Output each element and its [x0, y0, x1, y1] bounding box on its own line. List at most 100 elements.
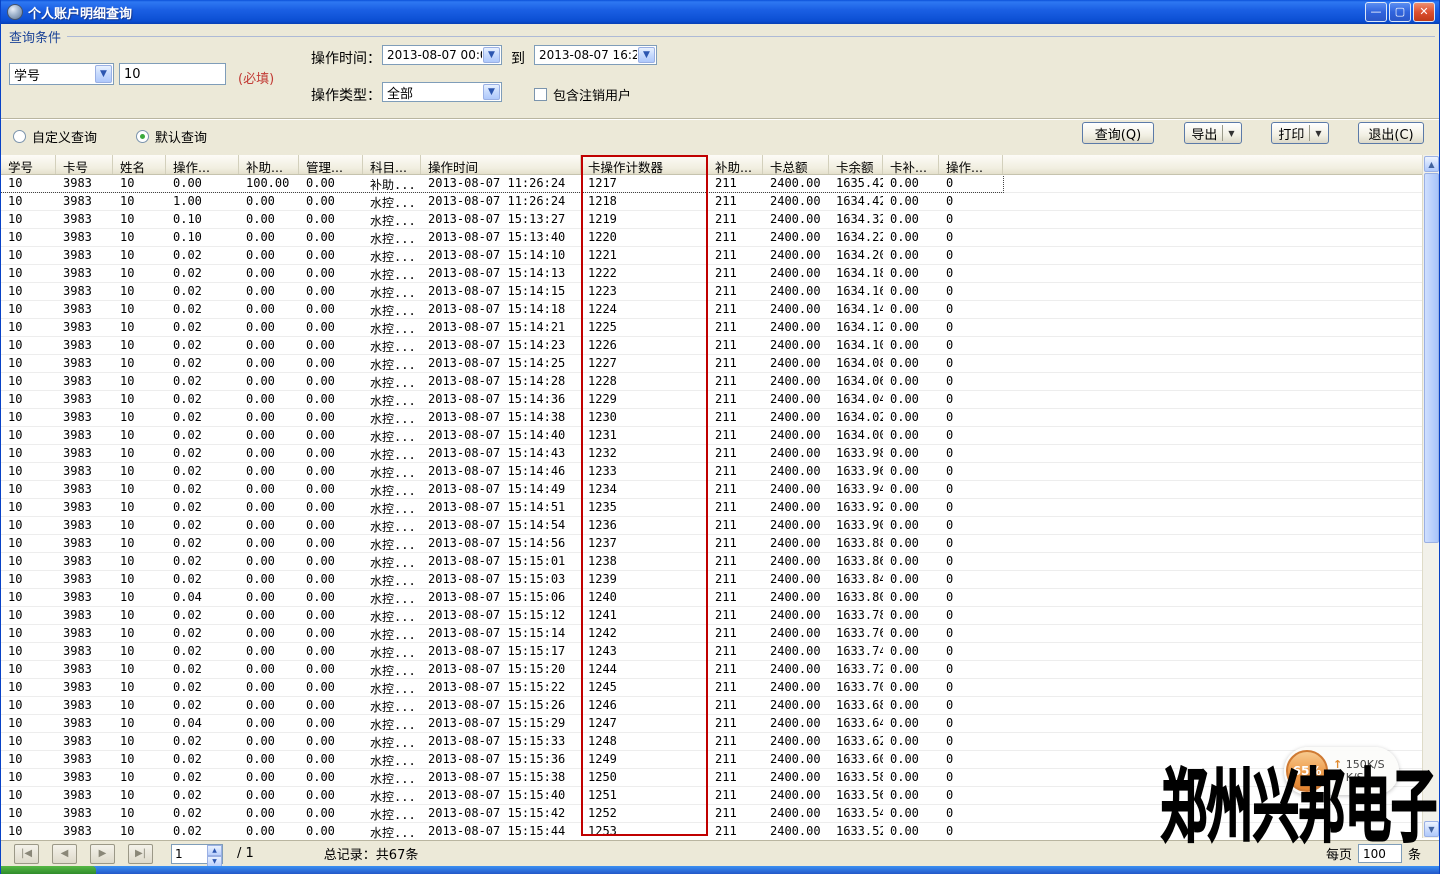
column-header[interactable]: 操作...: [166, 155, 239, 174]
stepper-down-icon[interactable]: ▼: [207, 856, 222, 867]
column-header[interactable]: 操作时间: [421, 155, 581, 174]
table-row[interactable]: 103983100.040.000.00水控...2013-08-07 15:1…: [1, 589, 1422, 607]
chevron-down-icon[interactable]: ▼: [1228, 129, 1234, 138]
net-speed-indicator[interactable]: 65% ↑ 150K/S ↓ K/S: [1284, 747, 1399, 795]
table-row[interactable]: 103983100.020.000.00水控...2013-08-07 15:1…: [1, 823, 1422, 840]
page-number-input[interactable]: [172, 845, 207, 863]
table-row[interactable]: 103983100.020.000.00水控...2013-08-07 15:1…: [1, 283, 1422, 301]
table-row[interactable]: 103983100.020.000.00水控...2013-08-07 15:1…: [1, 625, 1422, 643]
table-cell: 211: [708, 679, 763, 696]
table-row[interactable]: 103983100.020.000.00水控...2013-08-07 15:1…: [1, 373, 1422, 391]
radio-icon[interactable]: [13, 130, 26, 143]
vertical-scrollbar[interactable]: ▲ ▼: [1422, 155, 1439, 838]
export-button[interactable]: 导出 ▼: [1184, 122, 1242, 144]
table-row[interactable]: 103983100.020.000.00水控...2013-08-07 15:1…: [1, 805, 1422, 823]
column-header[interactable]: 学号: [1, 155, 56, 174]
start-button-edge[interactable]: [1, 866, 96, 874]
column-header[interactable]: 卡余额: [829, 155, 883, 174]
table-row[interactable]: 103983100.020.000.00水控...2013-08-07 15:1…: [1, 319, 1422, 337]
time-from-select[interactable]: 2013-08-07 00:00 ▼: [382, 45, 502, 65]
time-to-value: 2013-08-07 16:21: [535, 48, 637, 62]
table-row[interactable]: 103983100.020.000.00水控...2013-08-07 15:1…: [1, 427, 1422, 445]
table-row[interactable]: 103983100.100.000.00水控...2013-08-07 15:1…: [1, 211, 1422, 229]
table-row[interactable]: 103983100.020.000.00水控...2013-08-07 15:1…: [1, 751, 1422, 769]
table-row[interactable]: 103983100.020.000.00水控...2013-08-07 15:1…: [1, 301, 1422, 319]
table-row[interactable]: 103983100.040.000.00水控...2013-08-07 15:1…: [1, 715, 1422, 733]
column-header[interactable]: 操作...: [939, 155, 1003, 174]
operation-type-select[interactable]: 全部 ▼: [382, 82, 502, 102]
table-cell: 3983: [56, 589, 113, 606]
include-cancelled-checkbox[interactable]: 包含注销用户: [534, 85, 631, 104]
column-header[interactable]: 卡总额: [763, 155, 829, 174]
column-header[interactable]: 卡操作计数器: [581, 155, 708, 174]
table-row[interactable]: 103983100.020.000.00水控...2013-08-07 15:1…: [1, 787, 1422, 805]
column-header[interactable]: 管理...: [299, 155, 363, 174]
table-row[interactable]: 103983100.020.000.00水控...2013-08-07 15:1…: [1, 661, 1422, 679]
table-row[interactable]: 103983100.020.000.00水控...2013-08-07 15:1…: [1, 499, 1422, 517]
table-row[interactable]: 103983100.020.000.00水控...2013-08-07 15:1…: [1, 607, 1422, 625]
table-cell: 0.00: [239, 463, 299, 480]
table-row[interactable]: 103983100.100.000.00水控...2013-08-07 15:1…: [1, 229, 1422, 247]
table-row[interactable]: 103983100.020.000.00水控...2013-08-07 15:1…: [1, 409, 1422, 427]
table-row[interactable]: 103983100.020.000.00水控...2013-08-07 15:1…: [1, 535, 1422, 553]
time-to-select[interactable]: 2013-08-07 16:21 ▼: [534, 45, 657, 65]
prev-page-button[interactable]: ◀: [52, 844, 77, 864]
scroll-up-icon[interactable]: ▲: [1424, 156, 1439, 172]
chevron-down-icon[interactable]: ▼: [95, 65, 112, 83]
field-value-input[interactable]: [119, 63, 226, 85]
field-type-select[interactable]: 学号 ▼: [9, 63, 114, 85]
checkbox-icon[interactable]: [534, 88, 547, 101]
table-row[interactable]: 103983100.00100.000.00补助...2013-08-07 11…: [1, 175, 1422, 193]
table-row[interactable]: 103983100.020.000.00水控...2013-08-07 15:1…: [1, 733, 1422, 751]
table-row[interactable]: 103983100.020.000.00水控...2013-08-07 15:1…: [1, 517, 1422, 535]
table-cell: 2013-08-07 15:14:38: [421, 409, 581, 426]
column-header[interactable]: 科目...: [363, 155, 421, 174]
scrollbar-thumb[interactable]: [1424, 173, 1439, 543]
minimize-button[interactable]: —: [1365, 2, 1387, 22]
chevron-down-icon[interactable]: ▼: [483, 47, 500, 63]
chevron-down-icon[interactable]: ▼: [638, 47, 655, 63]
print-button[interactable]: 打印 ▼: [1271, 122, 1329, 144]
chevron-down-icon[interactable]: ▼: [1315, 129, 1321, 138]
scroll-down-icon[interactable]: ▼: [1424, 821, 1439, 837]
table-row[interactable]: 103983101.000.000.00水控...2013-08-07 11:2…: [1, 193, 1422, 211]
column-header[interactable]: 姓名: [113, 155, 166, 174]
first-page-button[interactable]: |◀: [14, 844, 39, 864]
radio-default-query[interactable]: 默认查询: [136, 127, 207, 146]
page-number-stepper[interactable]: ▲ ▼: [171, 844, 223, 864]
radio-custom-query[interactable]: 自定义查询: [13, 127, 97, 146]
table-cell: 0.00: [239, 679, 299, 696]
column-header[interactable]: 卡补...: [883, 155, 939, 174]
table-cell: 10: [1, 319, 56, 336]
table-cell: 0.02: [166, 661, 239, 678]
table-row[interactable]: 103983100.020.000.00水控...2013-08-07 15:1…: [1, 265, 1422, 283]
table-row[interactable]: 103983100.020.000.00水控...2013-08-07 15:1…: [1, 481, 1422, 499]
chevron-down-icon[interactable]: ▼: [483, 84, 500, 100]
column-header[interactable]: 卡号: [56, 155, 113, 174]
maximize-button[interactable]: ▢: [1389, 2, 1411, 22]
table-row[interactable]: 103983100.020.000.00水控...2013-08-07 15:1…: [1, 445, 1422, 463]
close-button[interactable]: ✕: [1413, 2, 1435, 22]
table-row[interactable]: 103983100.020.000.00水控...2013-08-07 15:1…: [1, 391, 1422, 409]
table-row[interactable]: 103983100.020.000.00水控...2013-08-07 15:1…: [1, 337, 1422, 355]
table-row[interactable]: 103983100.020.000.00水控...2013-08-07 15:1…: [1, 571, 1422, 589]
table-row[interactable]: 103983100.020.000.00水控...2013-08-07 15:1…: [1, 679, 1422, 697]
table-row[interactable]: 103983100.020.000.00水控...2013-08-07 15:1…: [1, 553, 1422, 571]
table-row[interactable]: 103983100.020.000.00水控...2013-08-07 15:1…: [1, 247, 1422, 265]
query-button[interactable]: 查询(Q): [1082, 122, 1154, 144]
table-row[interactable]: 103983100.020.000.00水控...2013-08-07 15:1…: [1, 643, 1422, 661]
radio-icon[interactable]: [136, 130, 149, 143]
table-row[interactable]: 103983100.020.000.00水控...2013-08-07 15:1…: [1, 463, 1422, 481]
table-row[interactable]: 103983100.020.000.00水控...2013-08-07 15:1…: [1, 355, 1422, 373]
column-header[interactable]: 补助...: [239, 155, 299, 174]
column-header[interactable]: 补助...: [708, 155, 763, 174]
table-row[interactable]: 103983100.020.000.00水控...2013-08-07 15:1…: [1, 769, 1422, 787]
table-cell: 水控...: [363, 409, 421, 426]
stepper-up-icon[interactable]: ▲: [207, 845, 222, 856]
last-page-button[interactable]: ▶|: [128, 844, 153, 864]
exit-button[interactable]: 退出(C): [1358, 122, 1424, 144]
per-page-input[interactable]: [1358, 844, 1402, 863]
next-page-button[interactable]: ▶: [90, 844, 115, 864]
table-row[interactable]: 103983100.020.000.00水控...2013-08-07 15:1…: [1, 697, 1422, 715]
table-cell: 3983: [56, 193, 113, 210]
